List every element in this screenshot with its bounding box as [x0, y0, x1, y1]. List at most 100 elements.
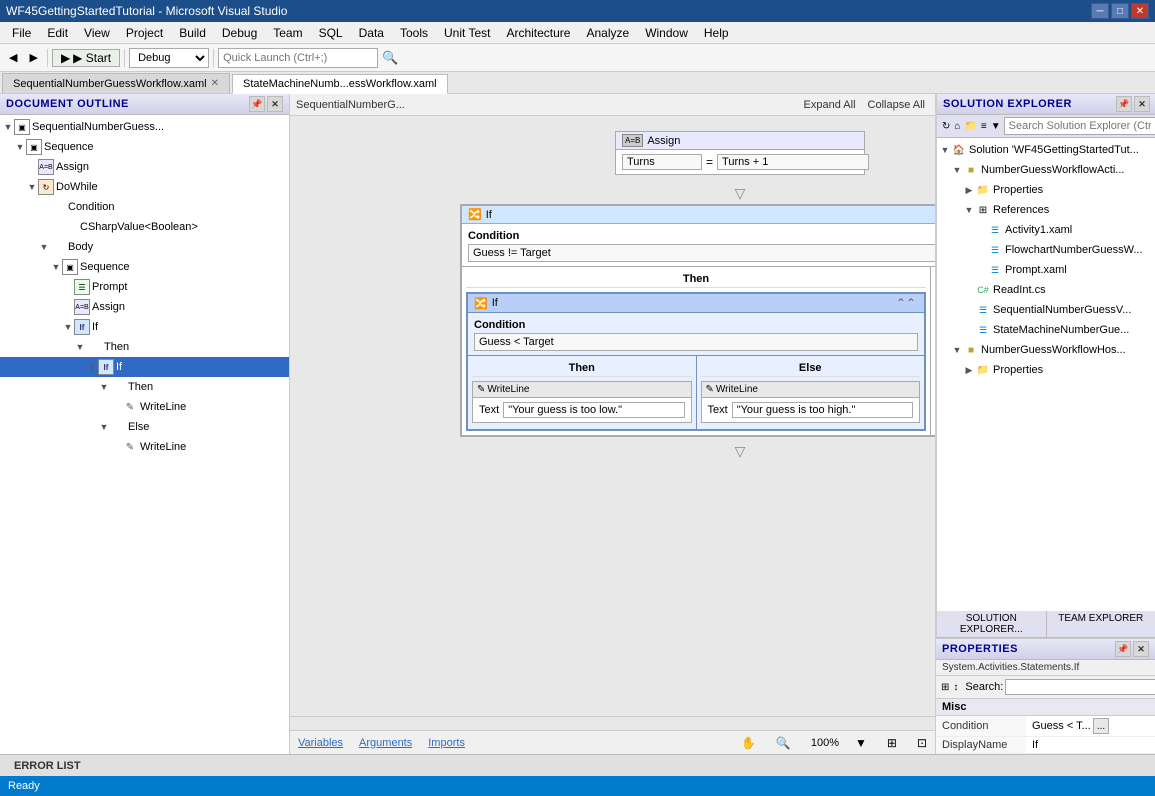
- prop-dots-btn-0[interactable]: ...: [1093, 718, 1109, 734]
- tree-expand-5[interactable]: [50, 221, 62, 233]
- solution-explorer-tab[interactable]: SOLUTION EXPLORER...: [937, 611, 1047, 637]
- variables-link[interactable]: Variables: [298, 737, 343, 749]
- se-tree-item-9[interactable]: ☰StateMachineNumberGue...: [937, 320, 1155, 340]
- writeline-then-text-input[interactable]: [503, 402, 684, 418]
- tree-item-15[interactable]: ▼Else: [0, 417, 289, 437]
- inner-if-collapse-btn[interactable]: ⌃⌃: [894, 296, 918, 310]
- quicklaunch-input[interactable]: [218, 48, 378, 68]
- tree-item-10[interactable]: ▼IfIf: [0, 317, 289, 337]
- forward-button[interactable]: ▶: [24, 47, 42, 69]
- fit-to-screen-icon[interactable]: ⊞: [887, 736, 897, 750]
- close-se-icon[interactable]: ✕: [1134, 96, 1150, 112]
- zoom-search-icon[interactable]: 🔍: [776, 736, 791, 750]
- outer-if-condition-input[interactable]: [468, 244, 935, 262]
- tab-close-sequential[interactable]: ✕: [211, 78, 219, 89]
- se-filter-btn[interactable]: ▼: [990, 117, 1002, 135]
- se-expand-10[interactable]: ▼: [951, 344, 963, 356]
- arguments-link[interactable]: Arguments: [359, 737, 412, 749]
- assign-left-input[interactable]: [622, 154, 702, 170]
- writeline-else[interactable]: ✎ WriteLine Text: [701, 381, 921, 423]
- inner-if-block[interactable]: 🔀 If ⌃⌃ Condition: [466, 292, 926, 431]
- tree-item-3[interactable]: ▼↻DoWhile: [0, 177, 289, 197]
- se-tree-item-10[interactable]: ▼■NumberGuessWorkflowHos...: [937, 340, 1155, 360]
- tree-expand-9[interactable]: [62, 301, 74, 313]
- se-tree-item-4[interactable]: ☰Activity1.xaml: [937, 220, 1155, 240]
- close-outline-icon[interactable]: ✕: [267, 96, 283, 112]
- pin-prop-icon[interactable]: 📌: [1115, 641, 1131, 657]
- tree-expand-1[interactable]: ▼: [14, 141, 26, 153]
- inner-if-condition-input[interactable]: [474, 333, 918, 351]
- se-expand-0[interactable]: ▼: [939, 144, 951, 156]
- zoom-dropdown-icon[interactable]: ▼: [855, 736, 867, 750]
- tree-item-2[interactable]: A=BAssign: [0, 157, 289, 177]
- pin-se-icon[interactable]: 📌: [1116, 96, 1132, 112]
- tree-expand-16[interactable]: [110, 441, 122, 453]
- tree-expand-3[interactable]: ▼: [26, 181, 38, 193]
- se-expand-4[interactable]: [975, 224, 987, 236]
- se-tree-item-6[interactable]: ☰Prompt.xaml: [937, 260, 1155, 280]
- se-home-btn[interactable]: ⌂: [953, 117, 961, 135]
- se-expand-6[interactable]: [975, 264, 987, 276]
- assign-block[interactable]: A=B Assign =: [615, 131, 865, 175]
- tab-statemachine[interactable]: StateMachineNumb...essWorkflow.xaml: [232, 74, 448, 94]
- menu-item-edit[interactable]: Edit: [39, 24, 76, 42]
- properties-search-input[interactable]: [1005, 679, 1155, 695]
- se-expand-11[interactable]: ▶: [963, 364, 975, 376]
- tree-item-1[interactable]: ▼▣Sequence: [0, 137, 289, 157]
- menu-item-tools[interactable]: Tools: [392, 24, 436, 42]
- se-tree-item-5[interactable]: ☰FlowchartNumberGuessW...: [937, 240, 1155, 260]
- tree-item-4[interactable]: Condition: [0, 197, 289, 217]
- menu-item-architecture[interactable]: Architecture: [498, 24, 578, 42]
- tree-item-9[interactable]: A=BAssign: [0, 297, 289, 317]
- tree-item-0[interactable]: ▼▣SequentialNumberGuess...: [0, 117, 289, 137]
- prop-sort-btn[interactable]: ↕: [952, 678, 959, 696]
- se-expand-3[interactable]: ▼: [963, 204, 975, 216]
- se-tree-item-3[interactable]: ▼⊞References: [937, 200, 1155, 220]
- tree-item-13[interactable]: ▼Then: [0, 377, 289, 397]
- se-tree-item-8[interactable]: ☰SequentialNumberGuessV...: [937, 300, 1155, 320]
- prop-grid-btn[interactable]: ⊞: [940, 678, 950, 696]
- menu-item-project[interactable]: Project: [118, 24, 171, 42]
- overview-icon[interactable]: ⊡: [917, 736, 927, 750]
- se-tree-item-2[interactable]: ▶📁Properties: [937, 180, 1155, 200]
- se-properties-btn[interactable]: ≡: [980, 117, 988, 135]
- writeline-then[interactable]: ✎ WriteLine Text: [472, 381, 692, 423]
- back-button[interactable]: ◀: [4, 47, 22, 69]
- se-expand-1[interactable]: ▼: [951, 164, 963, 176]
- tree-item-16[interactable]: ✎WriteLine: [0, 437, 289, 457]
- se-expand-2[interactable]: ▶: [963, 184, 975, 196]
- menu-item-team[interactable]: Team: [265, 24, 310, 42]
- tree-expand-10[interactable]: ▼: [62, 321, 74, 333]
- close-button[interactable]: ✕: [1131, 3, 1149, 19]
- se-expand-7[interactable]: [963, 284, 975, 296]
- tree-expand-12[interactable]: if: [86, 361, 98, 373]
- tree-item-11[interactable]: ▼Then: [0, 337, 289, 357]
- tree-expand-14[interactable]: [110, 401, 122, 413]
- doc-outline-tree[interactable]: ▼▣SequentialNumberGuess...▼▣SequenceA=BA…: [0, 115, 289, 754]
- team-explorer-tab[interactable]: TEAM EXPLORER: [1047, 611, 1155, 637]
- horizontal-scrollbar[interactable]: [290, 716, 935, 730]
- se-expand-5[interactable]: [975, 244, 987, 256]
- tree-item-8[interactable]: ☰Prompt: [0, 277, 289, 297]
- workflow-canvas[interactable]: A=B Assign = ▽: [290, 116, 935, 716]
- menu-item-window[interactable]: Window: [637, 24, 696, 42]
- menu-item-build[interactable]: Build: [171, 24, 214, 42]
- tree-item-12[interactable]: ifIfIf: [0, 357, 289, 377]
- se-tree-item-0[interactable]: ▼🏠Solution 'WF45GettingStartedTut...: [937, 140, 1155, 160]
- se-tree-item-7[interactable]: C#ReadInt.cs: [937, 280, 1155, 300]
- outer-if-block[interactable]: 🔀 If Condition Then: [460, 204, 935, 437]
- se-expand-9[interactable]: [963, 324, 975, 336]
- menu-item-debug[interactable]: Debug: [214, 24, 265, 42]
- close-prop-icon[interactable]: ✕: [1133, 641, 1149, 657]
- tree-item-5[interactable]: CSharpValue<Boolean>: [0, 217, 289, 237]
- tree-expand-4[interactable]: [38, 201, 50, 213]
- menu-item-sql[interactable]: SQL: [311, 24, 351, 42]
- tab-sequential[interactable]: SequentialNumberGuessWorkflow.xaml ✕: [2, 73, 230, 93]
- se-tree-item-11[interactable]: ▶📁Properties: [937, 360, 1155, 380]
- pin-icon[interactable]: 📌: [249, 96, 265, 112]
- se-expand-8[interactable]: [963, 304, 975, 316]
- se-tree-item-1[interactable]: ▼■NumberGuessWorkflowActi...: [937, 160, 1155, 180]
- maximize-button[interactable]: □: [1111, 3, 1129, 19]
- menu-item-unit-test[interactable]: Unit Test: [436, 24, 498, 42]
- writeline-else-text-input[interactable]: [732, 402, 913, 418]
